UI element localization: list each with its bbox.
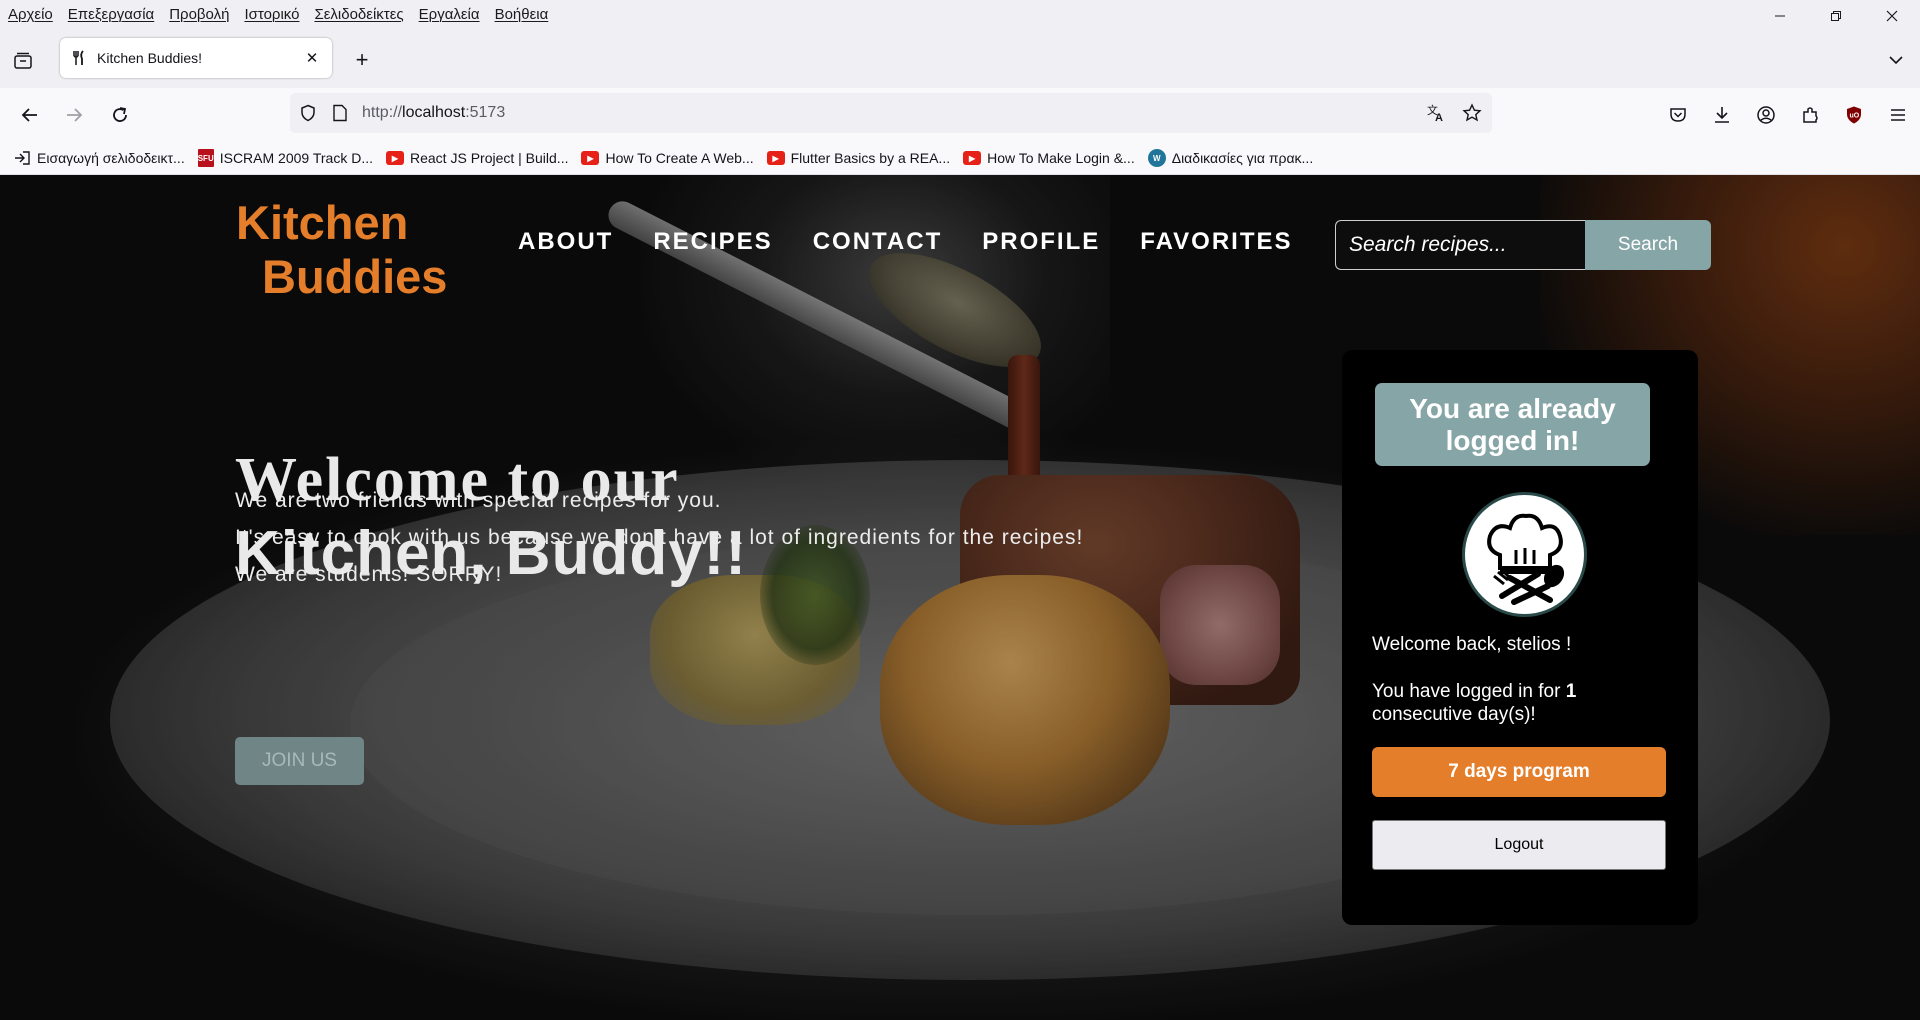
streak-suffix: consecutive day(s)! (1372, 704, 1536, 725)
hamburger-menu-icon[interactable] (1876, 101, 1920, 129)
logo-line2: Buddies (262, 250, 448, 303)
menu-view[interactable]: Προβολή (169, 6, 229, 23)
fork-knife-icon (71, 50, 87, 66)
bookmark-label: ISCRAM 2009 Track D... (219, 150, 373, 166)
nav-about[interactable]: ABOUT (518, 228, 613, 256)
extensions-icon[interactable] (1788, 101, 1832, 129)
chef-hat-icon (1462, 492, 1587, 617)
wordpress-icon: W (1147, 149, 1166, 167)
svg-text:uO: uO (1850, 113, 1860, 120)
nav-favorites[interactable]: FAVORITES (1140, 228, 1292, 256)
tab-list-icon[interactable] (12, 50, 36, 74)
search-button[interactable]: Search (1585, 220, 1711, 270)
streak-prefix: You have logged in for (1372, 681, 1561, 702)
youtube-icon: ▶ (963, 151, 982, 165)
page-content: Kitchen Buddies ABOUT RECIPES CONTACT PR… (0, 175, 1920, 1020)
menu-help[interactable]: Βοήθεια (495, 6, 549, 23)
youtube-icon: ▶ (386, 151, 404, 165)
youtube-icon: ▶ (766, 151, 785, 165)
bookmarks-toolbar: Εισαγωγή σελιδοδεικτ... SFU ISCRAM 2009 … (0, 142, 1920, 175)
tab-title: Kitchen Buddies! (97, 50, 203, 66)
nav-contact[interactable]: CONTACT (813, 228, 943, 256)
logo-line1: Kitchen (236, 196, 409, 249)
forward-icon[interactable] (60, 101, 88, 129)
tab-kitchen-buddies[interactable]: Kitchen Buddies! ✕ (60, 38, 332, 78)
menu-bar: Αρχείο Επεξεργασία Προβολή Ιστορικό Σελι… (0, 0, 1920, 28)
download-icon[interactable] (1700, 101, 1744, 129)
back-icon[interactable] (16, 101, 44, 129)
page-icon[interactable] (330, 103, 350, 123)
nav-toolbar: http://localhost:5173 文A uO (0, 88, 1920, 142)
bookmark-label: How To Create A Web... (605, 150, 754, 166)
bookmark-import[interactable]: Εισαγωγή σελιδοδεικτ... (13, 150, 185, 166)
search-input[interactable] (1335, 220, 1585, 270)
new-tab-icon[interactable]: + (350, 47, 374, 72)
logged-in-banner: You are already logged in! (1375, 383, 1650, 466)
menu-history[interactable]: Ιστορικό (244, 6, 299, 23)
bookmark-create-web[interactable]: ▶ How To Create A Web... (581, 150, 754, 166)
tab-bar: Kitchen Buddies! ✕ + (0, 28, 1920, 88)
menu-tools[interactable]: Εργαλεία (419, 6, 480, 23)
welcome-message: Welcome back, stelios ! (1372, 634, 1572, 655)
sfu-icon: SFU (197, 149, 214, 167)
bookmark-flutter-basics[interactable]: ▶ Flutter Basics by a REA... (766, 150, 951, 166)
url-bar[interactable]: http://localhost:5173 文A (290, 93, 1492, 133)
reload-icon[interactable] (106, 101, 134, 129)
shield-icon[interactable] (298, 103, 318, 123)
login-status-card: You are already logged in! Welcome back,… (1342, 350, 1698, 925)
bookmark-iscram[interactable]: SFU ISCRAM 2009 Track D... (197, 149, 373, 167)
translate-icon[interactable]: 文A (1426, 103, 1446, 123)
bookmark-label: React JS Project | Build... (410, 150, 569, 166)
import-icon (13, 151, 31, 165)
hero-text-line1: We are two friends with special recipes … (235, 489, 722, 512)
ublock-icon[interactable]: uO (1832, 101, 1876, 129)
youtube-icon: ▶ (581, 151, 600, 165)
hero-text-line3: We are students! SORRY! (235, 563, 503, 586)
recipe-search: Search (1335, 220, 1711, 270)
nav-recipes[interactable]: RECIPES (653, 228, 772, 256)
bookmark-make-login[interactable]: ▶ How To Make Login &... (963, 150, 1135, 166)
join-us-button[interactable]: JOIN US (235, 737, 364, 785)
account-icon[interactable] (1744, 101, 1788, 129)
streak-days: 1 (1565, 681, 1577, 702)
menu-edit[interactable]: Επεξεργασία (68, 6, 154, 23)
seven-days-program-button[interactable]: 7 days program (1372, 747, 1666, 797)
close-tab-icon[interactable]: ✕ (302, 48, 322, 68)
site-logo[interactable]: Kitchen Buddies (236, 196, 447, 304)
pocket-icon[interactable] (1656, 101, 1700, 129)
menu-file[interactable]: Αρχείο (8, 6, 53, 23)
url-text: http://localhost:5173 (362, 104, 506, 121)
svg-text:A: A (1435, 112, 1443, 123)
chevron-down-icon[interactable] (1884, 48, 1908, 72)
bookmark-label: Διαδικασίες για πρακ... (1171, 150, 1314, 166)
bookmark-label: How To Make Login &... (987, 150, 1135, 166)
login-streak: You have logged in for 1 consecutive day… (1372, 680, 1672, 726)
hero-text-line2: It's easy to cook with us because we don… (235, 526, 1084, 549)
bookmark-react-project[interactable]: ▶ React JS Project | Build... (386, 150, 568, 166)
nav-profile[interactable]: PROFILE (982, 228, 1100, 256)
site-nav: ABOUT RECIPES CONTACT PROFILE FAVORITES (518, 228, 1333, 256)
logout-button[interactable]: Logout (1372, 820, 1666, 870)
bookmark-star-icon[interactable] (1462, 103, 1482, 123)
bookmark-label: Εισαγωγή σελιδοδεικτ... (37, 150, 185, 166)
menu-bookmarks[interactable]: Σελιδοδείκτες (314, 6, 403, 23)
bookmark-label: Flutter Basics by a REA... (790, 150, 951, 166)
toolbar-right: uO (1656, 101, 1920, 129)
bookmark-diadikasies[interactable]: W Διαδικασίες για πρακ... (1147, 149, 1314, 167)
